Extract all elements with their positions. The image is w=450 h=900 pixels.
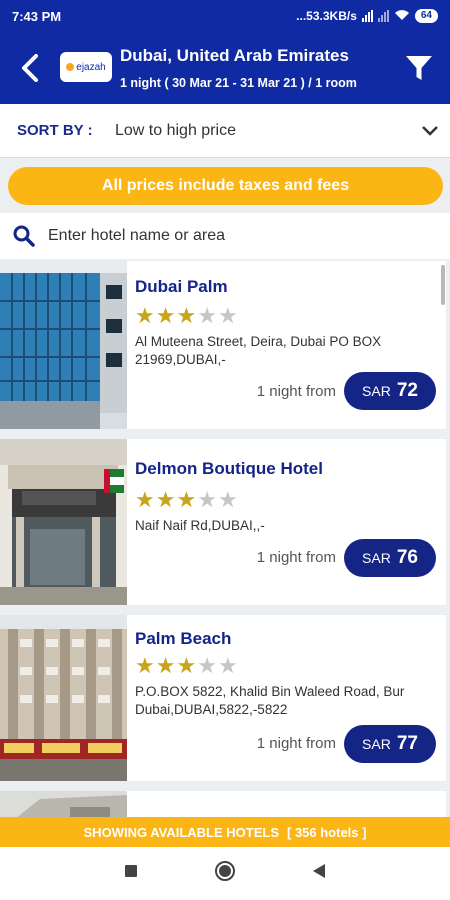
hotel-photo xyxy=(0,615,127,781)
price-amount: 76 xyxy=(396,547,418,568)
hotel-address: Naif Naif Rd,DUBAI,,- xyxy=(135,518,265,533)
hotel-address: Al Muteena Street, Deira, Dubai PO BOX 2… xyxy=(135,334,382,367)
star-filled-icon: ★ xyxy=(135,653,155,678)
taxes-notice: All prices include taxes and fees xyxy=(8,167,443,205)
star-filled-icon: ★ xyxy=(155,653,176,678)
price-from-label: 1 night from xyxy=(256,735,336,752)
signal-icon xyxy=(361,10,373,22)
star-filled-icon: ★ xyxy=(176,653,197,678)
destination-title: Dubai, United Arab Emirates xyxy=(120,46,349,65)
filter-button[interactable] xyxy=(402,50,436,86)
ejazah-logo: ejazah xyxy=(60,52,112,82)
network-speed: ...53.3KB/s xyxy=(296,9,357,23)
square-icon xyxy=(125,865,137,877)
price-currency: SAR xyxy=(362,550,391,566)
sort-label: SORT BY : xyxy=(17,122,93,139)
filter-icon xyxy=(406,56,432,80)
signal-icon-2 xyxy=(377,10,389,22)
status-icons: ...53.3KB/s 64 xyxy=(296,9,438,24)
star-empty-icon: ★ xyxy=(217,303,238,328)
star-rating: ★ ★ ★ ★ ★ xyxy=(135,655,238,677)
price-currency: SAR xyxy=(362,736,391,752)
hotel-card[interactable]: Dubai Palm ★ ★ ★ ★ ★ Al Muteena Street, Deir… xyxy=(0,261,446,429)
hotel-name[interactable]: Delmon Boutique Hotel xyxy=(135,459,323,479)
system-nav-bar xyxy=(0,847,450,900)
star-empty-icon: ★ xyxy=(197,487,217,512)
recents-button[interactable] xyxy=(124,864,138,883)
star-empty-icon: ★ xyxy=(217,653,238,678)
sort-bar[interactable]: SORT BY : Low to high price xyxy=(0,104,450,158)
star-rating: ★ ★ ★ ★ ★ xyxy=(135,489,238,511)
home-button[interactable] xyxy=(214,860,236,887)
star-filled-icon: ★ xyxy=(135,487,155,512)
price-amount: 77 xyxy=(396,733,418,754)
sort-select[interactable]: Low to high price xyxy=(115,122,410,140)
star-empty-icon: ★ xyxy=(197,653,217,678)
price-badge[interactable]: SAR 77 xyxy=(344,725,436,763)
star-filled-icon: ★ xyxy=(176,303,197,328)
hotel-search[interactable] xyxy=(0,213,450,259)
price-amount: 72 xyxy=(396,380,418,401)
available-hotels-banner: SHOWING AVAILABLE HOTELS [ 356 hotels ] xyxy=(0,817,450,847)
star-filled-icon: ★ xyxy=(176,487,197,512)
list-scrollbar[interactable] xyxy=(441,265,445,305)
star-filled-icon: ★ xyxy=(135,303,155,328)
hotel-card[interactable]: Palm Beach ★ ★ ★ ★ ★ P.O.BOX 5822, Khalid Bi… xyxy=(0,615,446,781)
hotel-card[interactable]: Delmon Boutique Hotel ★ ★ ★ ★ ★ Naif Naif Rd… xyxy=(0,439,446,605)
header: ejazah Dubai, United Arab Emirates 1 nig… xyxy=(0,32,450,104)
price-badge[interactable]: SAR 76 xyxy=(344,539,436,577)
hotel-list[interactable]: Dubai Palm ★ ★ ★ ★ ★ Al Muteena Street, Deir… xyxy=(0,261,450,821)
battery-icon: 64 xyxy=(414,9,438,23)
triangle-back-icon xyxy=(313,864,325,878)
star-filled-icon: ★ xyxy=(155,303,176,328)
price-currency: SAR xyxy=(362,383,391,399)
price-badge[interactable]: SAR 72 xyxy=(344,372,436,410)
status-time: 7:43 PM xyxy=(12,8,62,24)
price-from-label: 1 night from xyxy=(256,549,336,566)
star-empty-icon: ★ xyxy=(197,303,217,328)
wifi-icon xyxy=(394,9,410,24)
search-icon xyxy=(0,224,48,248)
price-from-label: 1 night from xyxy=(256,383,336,400)
hotel-count: [ 356 hotels ] xyxy=(287,824,367,840)
chevron-down-icon[interactable] xyxy=(410,125,450,137)
hotel-name[interactable]: Palm Beach xyxy=(135,629,231,649)
search-input[interactable] xyxy=(48,227,428,245)
circle-icon xyxy=(215,861,235,881)
hotel-photo xyxy=(0,439,127,605)
back-button[interactable] xyxy=(10,48,50,88)
hotel-name[interactable]: Dubai Palm xyxy=(135,277,228,297)
back-nav-button[interactable] xyxy=(312,863,326,884)
star-rating: ★ ★ ★ ★ ★ xyxy=(135,305,238,327)
hotel-address: P.O.BOX 5822, Khalid Bin Waleed Road, Bu… xyxy=(135,684,405,717)
banner-label: SHOWING AVAILABLE HOTELS xyxy=(83,824,279,840)
stay-summary: 1 night ( 30 Mar 21 - 31 Mar 21 ) / 1 ro… xyxy=(120,76,357,90)
star-filled-icon: ★ xyxy=(155,487,176,512)
star-empty-icon: ★ xyxy=(217,487,238,512)
hotel-photo xyxy=(0,261,127,429)
status-bar: 7:43 PM ...53.3KB/s 64 xyxy=(0,0,450,32)
back-arrow-icon xyxy=(22,54,38,82)
